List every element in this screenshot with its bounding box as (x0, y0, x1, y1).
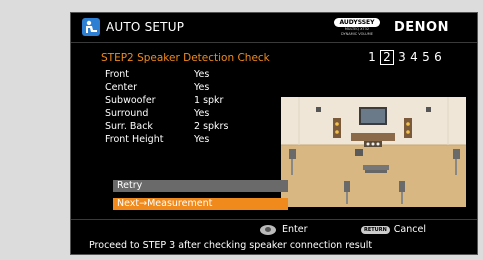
step-number: 4 (410, 50, 418, 64)
step-indicator: 1 2 3 4 5 6 (367, 50, 443, 65)
result-row: Center Yes (105, 81, 228, 94)
return-key-icon: RETURN (361, 225, 390, 234)
step-number: 3 (398, 50, 406, 64)
enter-label: Enter (282, 224, 308, 235)
result-label: Surr. Back (105, 121, 153, 132)
cancel-hint: RETURN Cancel (361, 224, 426, 235)
result-row: Surr. Back 2 spkrs (105, 120, 228, 133)
result-label: Surround (105, 108, 149, 119)
result-value: Yes (194, 82, 210, 93)
result-label: Front (105, 69, 130, 80)
guide-text: Proceed to STEP 3 after checking speaker… (89, 240, 373, 251)
result-value: Yes (194, 69, 210, 80)
audyssey-badge: AUDYSSEY (334, 18, 380, 27)
enter-dial-icon (260, 224, 276, 235)
title-bar: AUTO SETUP AUDYSSEY MULTEQ XT32 DYNAMIC … (71, 13, 477, 43)
auto-setup-icon (82, 18, 100, 36)
result-value: Yes (194, 108, 210, 119)
result-value: Yes (194, 134, 210, 145)
audyssey-logo: AUDYSSEY MULTEQ XT32 DYNAMIC VOLUME (334, 18, 380, 38)
next-measurement-button[interactable]: Next→Measurement (113, 198, 288, 210)
cancel-label: Cancel (393, 224, 426, 235)
retry-button[interactable]: Retry (113, 180, 288, 192)
step-number-active: 2 (380, 50, 394, 65)
result-label: Front Height (105, 134, 164, 145)
room-speaker-illustration (281, 97, 466, 207)
enter-hint: Enter (260, 224, 308, 235)
result-row: Front Height Yes (105, 133, 228, 146)
result-value: 2 spkrs (194, 121, 229, 132)
screen-title: AUTO SETUP (106, 20, 185, 34)
result-label: Center (105, 82, 137, 93)
brand-logo: DENON (394, 20, 449, 35)
osd-screen: AUTO SETUP AUDYSSEY MULTEQ XT32 DYNAMIC … (70, 12, 478, 255)
footer: Enter RETURN Cancel Proceed to STEP 3 af… (71, 219, 477, 256)
result-value: 1 spkr (194, 95, 224, 106)
result-label: Subwoofer (105, 95, 156, 106)
step-number: 5 (422, 50, 430, 64)
step-title: STEP2 Speaker Detection Check (101, 52, 270, 64)
detection-results: Front Yes Center Yes Subwoofer 1 spkr Su… (105, 68, 228, 146)
step-number: 6 (434, 50, 442, 64)
result-row: Front Yes (105, 68, 228, 81)
result-row: Surround Yes (105, 107, 228, 120)
result-row: Subwoofer 1 spkr (105, 94, 228, 107)
page-frame: AUTO SETUP AUDYSSEY MULTEQ XT32 DYNAMIC … (0, 0, 483, 260)
step-number: 1 (368, 50, 376, 64)
audyssey-dynamic-volume: DYNAMIC VOLUME (341, 32, 373, 36)
